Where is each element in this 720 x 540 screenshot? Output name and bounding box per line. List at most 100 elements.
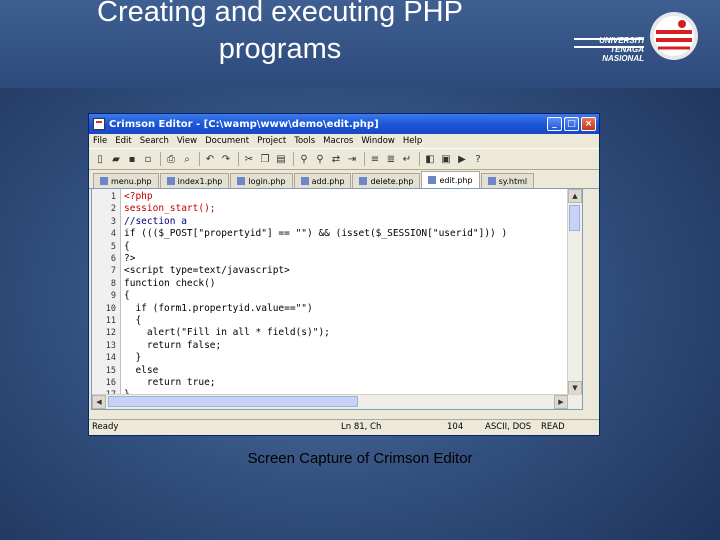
tab-edit-php[interactable]: edit.php [421,171,480,188]
code-line: function check() [124,277,216,289]
toolbar-separator [364,152,365,166]
tab-delete-php[interactable]: delete.php [352,173,421,188]
code-line: alert("Fill in all * field(s)"); [124,327,330,339]
menu-tools[interactable]: Tools [294,136,315,146]
tab-label: menu.php [111,176,152,186]
tab-menu-php[interactable]: menu.php [93,173,159,188]
code-line: session_start(); [124,203,216,215]
file-icon [487,177,496,185]
vertical-scroll-thumb[interactable] [569,205,580,231]
line-number: 11 [105,316,116,326]
slide-title: Creating and executing PHP programs [97,0,463,65]
line-number: 16 [105,378,116,388]
file-icon [237,177,246,185]
code-line: if (form1.propertyid.value=="") [124,302,313,314]
code-line: if ((($_POST["propertyid"] == "") && (is… [124,228,508,240]
file-icon [300,177,309,185]
file-icon [428,176,437,184]
scroll-down-arrow-icon[interactable]: ▼ [568,381,582,395]
find-icon[interactable]: ⚲ [297,152,311,166]
tool-icon[interactable]: ▣ [439,152,453,166]
help-icon[interactable]: ? [471,152,485,166]
tab-login-php[interactable]: login.php [230,173,293,188]
tab-sy-html[interactable]: sy.html [480,173,535,188]
line-number: 8 [110,278,116,289]
redo-icon[interactable]: ↷ [219,152,233,166]
menu-file[interactable]: File [93,136,107,146]
replace-icon[interactable]: ⇄ [329,152,343,166]
code-line: { [124,240,130,252]
menu-macros[interactable]: Macros [323,136,353,146]
toolbar-separator [199,152,200,166]
menu-view[interactable]: View [177,136,197,146]
code-editor[interactable]: 1 <?php 2 session_start(); 3 //section a 4 if (… [91,188,583,410]
university-logo: UNIVERSITI TENAGA NASIONAL [574,10,714,68]
status-size: 104 [447,422,464,432]
code-line: //section a [124,215,187,227]
file-icon [166,177,175,185]
menu-document[interactable]: Document [205,136,249,146]
scroll-left-arrow-icon[interactable]: ◀ [92,395,106,409]
menu-help[interactable]: Help [403,136,422,146]
status-encoding: ASCII, DOS [485,422,532,432]
line-number: 15 [105,365,116,376]
undo-icon[interactable]: ↶ [203,152,217,166]
menu-bar: File Edit Search View Document Project T… [89,134,599,148]
save-all-icon[interactable]: ▫ [141,152,155,166]
toolbar-separator [293,152,294,166]
horizontal-scroll-thumb[interactable] [108,396,358,407]
run-icon[interactable]: ▶ [455,152,469,166]
crimson-editor-window: Crimson Editor - [C:\wamp\www\demo\edit.… [88,113,600,436]
minimize-button[interactable]: _ [547,117,562,131]
print-icon[interactable]: ⎙ [164,152,178,166]
status-ready: Ready [92,422,119,432]
paste-icon[interactable]: ▤ [274,152,288,166]
line-number: 1 [110,192,116,202]
tab-index1-php[interactable]: index1.php [159,173,230,188]
code-line: ?> [124,253,136,264]
find-next-icon[interactable]: ⚲ [313,152,327,166]
copy-icon[interactable]: ❐ [258,152,272,166]
code-line: <script type=text/javascript> [124,265,290,277]
title-bar[interactable]: Crimson Editor - [C:\wamp\www\demo\edit.… [89,114,599,134]
cut-icon[interactable]: ✂ [242,152,256,166]
open-folder-icon[interactable]: ▰ [109,152,123,166]
maximize-button[interactable]: □ [564,117,579,131]
outdent-icon[interactable]: ≣ [384,152,398,166]
print-preview-icon[interactable]: ⌕ [180,152,194,166]
file-icon [100,177,108,185]
menu-search[interactable]: Search [140,136,169,146]
tab-label: index1.php [177,176,223,186]
toolbar: ▯ ▰ ▪ ▫ ⎙ ⌕ ↶ ↷ ✂ ❐ ▤ ⚲ ⚲ ⇄ ⇥ ≡ ≣ ↵ ◧ ▣ … [89,148,599,170]
scroll-right-arrow-icon[interactable]: ▶ [554,395,568,409]
toolbar-separator [238,152,239,166]
new-file-icon[interactable]: ▯ [93,152,107,166]
browser-preview-icon[interactable]: ◧ [423,152,437,166]
save-icon[interactable]: ▪ [125,152,139,166]
line-number: 2 [110,204,116,215]
toolbar-separator [160,152,161,166]
slide-caption: Screen Capture of Crimson Editor [247,450,473,467]
vertical-scrollbar[interactable]: ▲ ▼ [567,189,582,409]
code-line: return true; [124,377,216,388]
document-tabs: menu.php index1.php login.php add.php de… [89,170,599,189]
app-icon [93,118,105,130]
scroll-up-arrow-icon[interactable]: ▲ [568,189,582,203]
tab-label: delete.php [370,176,414,186]
horizontal-scrollbar[interactable]: ◀ ▶ [92,394,582,409]
line-number: 4 [110,229,116,240]
menu-window[interactable]: Window [361,136,395,146]
indent-icon[interactable]: ≡ [368,152,382,166]
toolbar-separator [419,152,420,166]
tab-add-php[interactable]: add.php [293,173,352,188]
word-wrap-icon[interactable]: ↵ [400,152,414,166]
close-button[interactable]: × [581,117,596,131]
line-number: 10 [105,303,116,314]
code-line: { [124,315,142,326]
tab-label: login.php [248,176,286,186]
menu-project[interactable]: Project [257,136,286,146]
line-number: 9 [110,291,116,302]
goto-icon[interactable]: ⇥ [345,152,359,166]
menu-edit[interactable]: Edit [115,136,131,146]
status-position: Ln 81, Ch [341,422,382,432]
